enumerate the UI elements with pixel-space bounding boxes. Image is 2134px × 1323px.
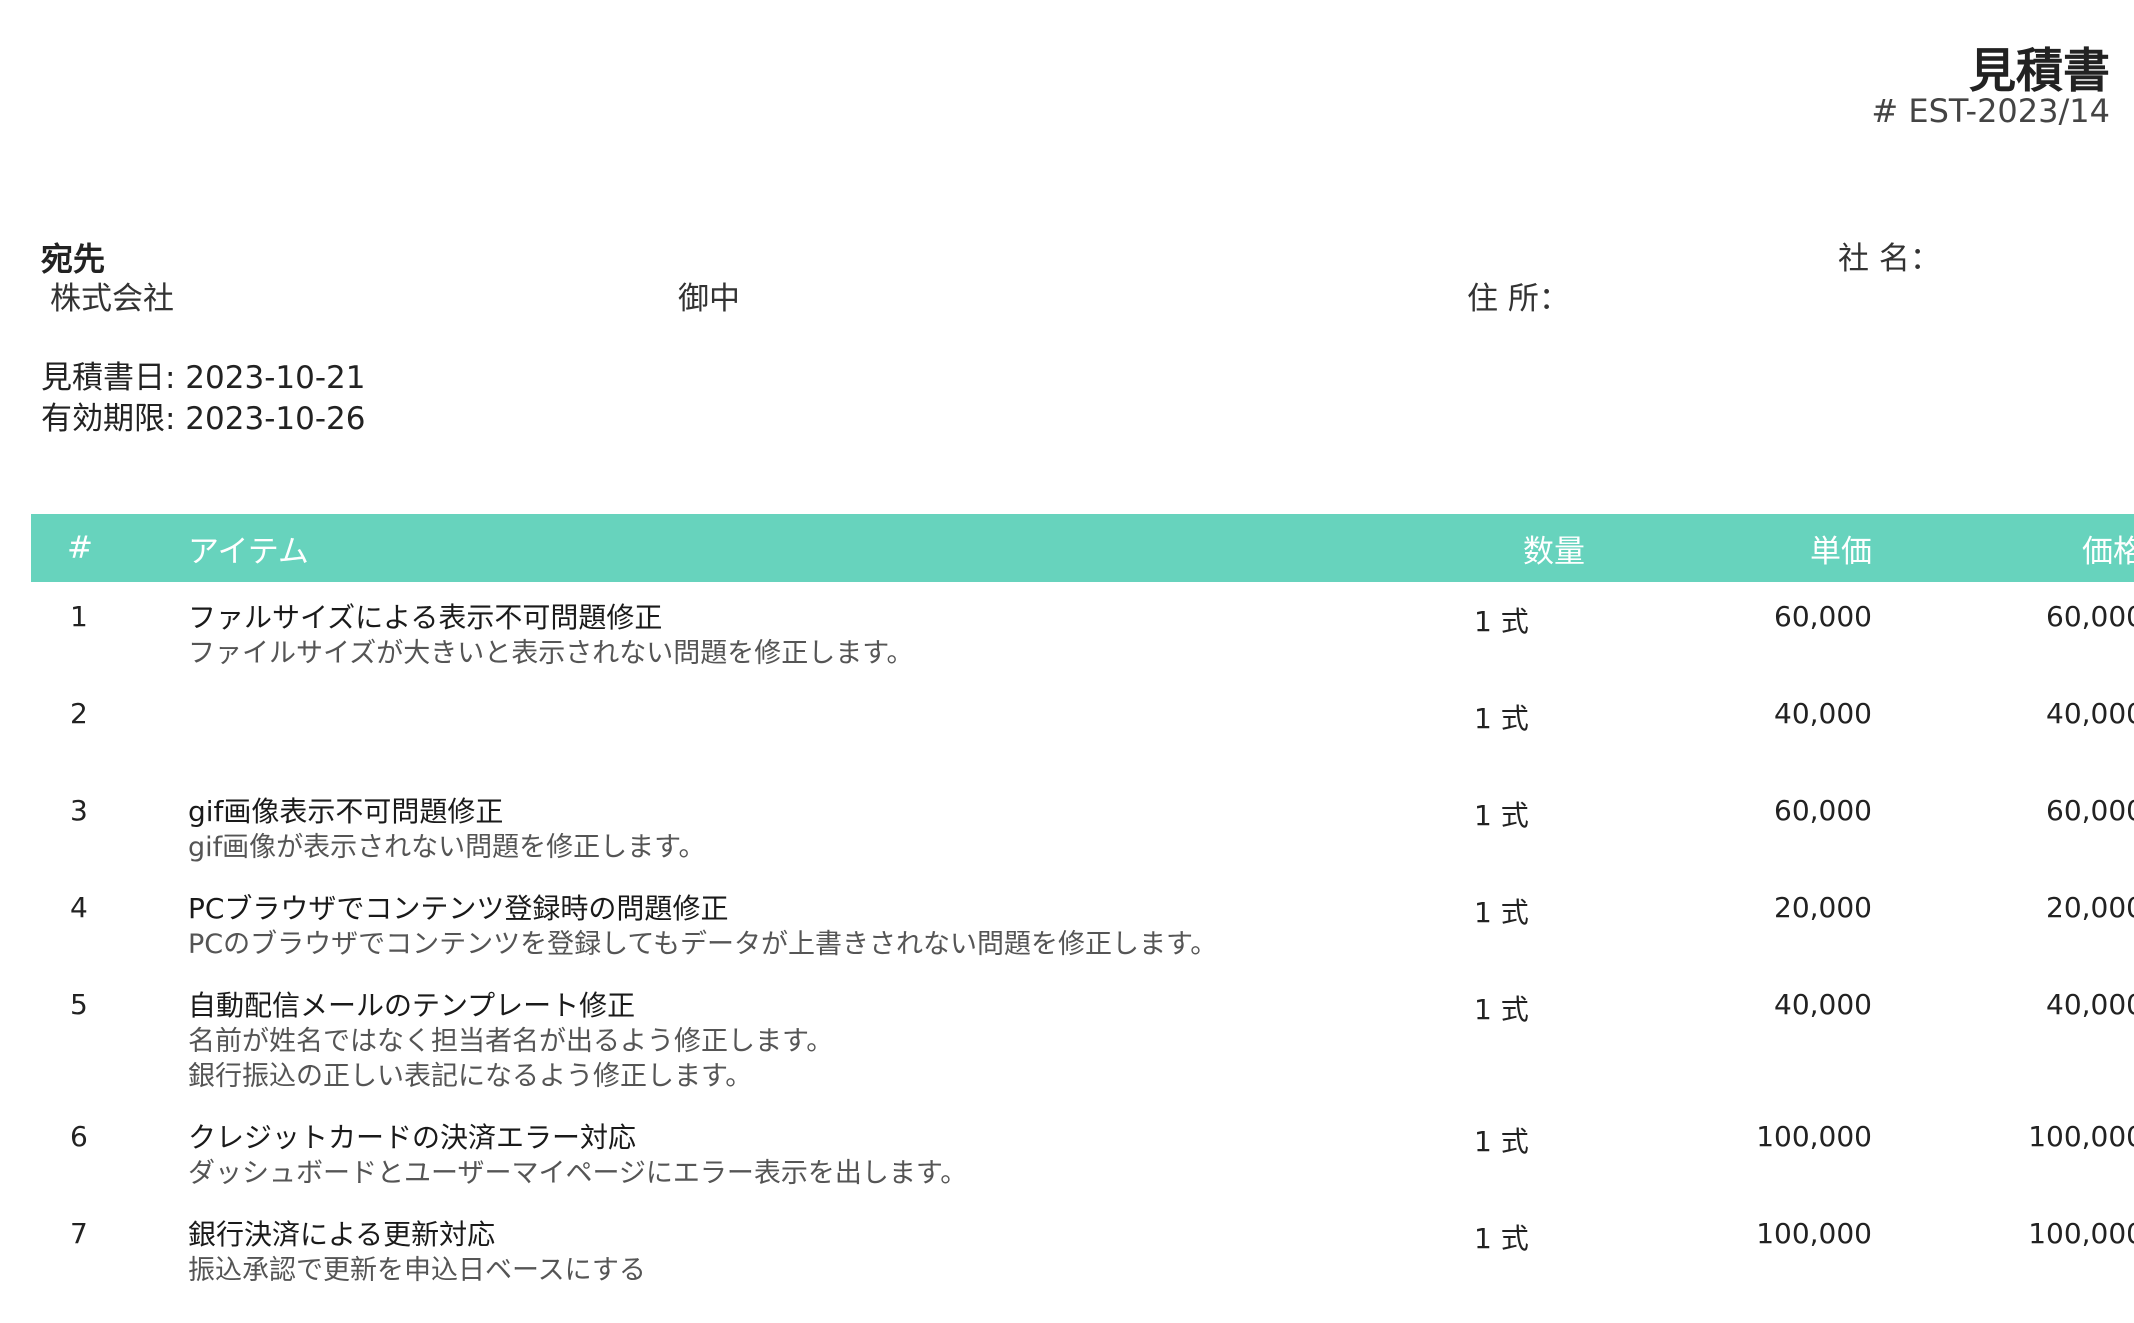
table-row: 4 PCブラウザでコンテンツ登録時の問題修正 PCのブラウザでコンテンツを登録しても… <box>31 873 2134 970</box>
row-number: 1 <box>70 600 88 633</box>
item-price: 40,000 <box>2046 697 2134 730</box>
item-price: 60,000 <box>2046 794 2134 827</box>
issuer-company-label: 社 名： <box>1838 241 1941 277</box>
table-row: 5 自動配信メールのテンプレート修正名前が姓名ではなく担当者名が出るよう修正します… <box>31 970 2134 1102</box>
document-title: 見積書 <box>1969 44 2110 99</box>
expiry-date: 有効期限: 2023-10-26 <box>41 401 366 437</box>
item-description: gif画像が表示されない問題を修正します。 <box>188 832 706 863</box>
item-price: 20,000 <box>2046 891 2134 924</box>
item-description: 銀行振込の正しい表記になるよう修正します。 <box>188 1061 753 1092</box>
recipient-honorific: 御中 <box>678 281 740 317</box>
table-header-row: # アイテム 数量 単価 価格 <box>31 514 2134 582</box>
items-table: # アイテム 数量 単価 価格 1 ファルサイズによる表示不可問題修正ファイルサイ… <box>31 514 2134 1296</box>
item-unit-price: 20,000 <box>1774 891 1872 924</box>
item-unit-price: 60,000 <box>1774 600 1872 633</box>
item-description: PCのブラウザでコンテンツを登録してもデータが上書きされない問題を修正します。 <box>188 929 1218 960</box>
table-row: 6 クレジットカードの決済エラー対応ダッシュボードとユーザーマイページにエラー表示… <box>31 1102 2134 1199</box>
estimate-number: # EST-2023/14 <box>1871 92 2110 130</box>
item-name: クレジットカードの決済エラー対応 <box>188 1121 637 1154</box>
item-price: 100,000 <box>2028 1217 2134 1250</box>
item-description: ダッシュボードとユーザーマイページにエラー表示を出します。 <box>188 1158 968 1189</box>
item-cell: ファルサイズによる表示不可問題修正ファイルサイズが大きいと表示されない問題を修正… <box>188 582 1438 679</box>
item-name: 銀行決済による更新対応 <box>188 1218 496 1251</box>
item-quantity: 1 式 <box>1474 799 1529 832</box>
item-quantity: 1 式 <box>1474 1125 1529 1158</box>
item-description: 振込承認で更新を申込日ベースにする <box>188 1255 646 1286</box>
item-quantity: 1 式 <box>1474 605 1529 638</box>
item-cell <box>188 679 1438 776</box>
item-unit-price: 40,000 <box>1774 988 1872 1021</box>
row-number: 2 <box>70 697 88 730</box>
row-number: 4 <box>70 891 88 924</box>
item-unit-price: 60,000 <box>1774 794 1872 827</box>
header-item: アイテム <box>188 533 309 570</box>
row-number: 6 <box>70 1120 88 1153</box>
header-qty: 数量 <box>1523 533 1585 570</box>
recipient-company: 株式会社 <box>50 281 174 317</box>
item-cell: gif画像表示不可問題修正 gif画像が表示されない問題を修正します。 <box>188 776 1438 873</box>
issuer-address-label: 住 所： <box>1467 281 1570 317</box>
item-unit-price: 100,000 <box>1756 1217 1872 1250</box>
item-name: PCブラウザでコンテンツ登録時の問題修正 <box>188 892 729 925</box>
row-number: 7 <box>70 1217 88 1250</box>
item-cell: 銀行決済による更新対応振込承認で更新を申込日ベースにする <box>188 1199 1438 1296</box>
item-unit-price: 100,000 <box>1756 1120 1872 1153</box>
item-cell: 自動配信メールのテンプレート修正名前が姓名ではなく担当者名が出るよう修正します。… <box>188 970 1438 1102</box>
item-description: ファイルサイズが大きいと表示されない問題を修正します。 <box>188 638 914 669</box>
table-row: 2 1 式 40,000 40,000 <box>31 679 2134 776</box>
item-quantity: 1 式 <box>1474 702 1529 735</box>
header-unit-price: 単価 <box>1810 533 1872 570</box>
item-quantity: 1 式 <box>1474 896 1529 929</box>
item-cell: クレジットカードの決済エラー対応ダッシュボードとユーザーマイページにエラー表示を… <box>188 1102 1438 1199</box>
item-price: 60,000 <box>2046 600 2134 633</box>
items-body: 1 ファルサイズによる表示不可問題修正ファイルサイズが大きいと表示されない問題を修… <box>31 582 2134 1296</box>
header-num: # <box>67 530 93 566</box>
item-unit-price: 40,000 <box>1774 697 1872 730</box>
item-quantity: 1 式 <box>1474 1222 1529 1255</box>
item-price: 40,000 <box>2046 988 2134 1021</box>
header-price: 価格 <box>2082 533 2134 570</box>
item-name: ファルサイズによる表示不可問題修正 <box>188 601 663 634</box>
item-price: 100,000 <box>2028 1120 2134 1153</box>
row-number: 3 <box>70 794 88 827</box>
item-description: 名前が姓名ではなく担当者名が出るよう修正します。 <box>188 1026 834 1057</box>
table-row: 7 銀行決済による更新対応振込承認で更新を申込日ベースにする 1 式 100,000 1… <box>31 1199 2134 1296</box>
row-number: 5 <box>70 988 88 1021</box>
estimate-date: 見積書日: 2023-10-21 <box>41 360 366 396</box>
item-name: gif画像表示不可問題修正 <box>188 795 504 828</box>
table-row: 1 ファルサイズによる表示不可問題修正ファイルサイズが大きいと表示されない問題を修… <box>31 582 2134 679</box>
item-name: 自動配信メールのテンプレート修正 <box>188 989 636 1022</box>
table-row: 3 gif画像表示不可問題修正 gif画像が表示されない問題を修正します。 1 式 60… <box>31 776 2134 873</box>
item-quantity: 1 式 <box>1474 993 1529 1026</box>
item-cell: PCブラウザでコンテンツ登録時の問題修正 PCのブラウザでコンテンツを登録してもデ… <box>188 873 1438 970</box>
